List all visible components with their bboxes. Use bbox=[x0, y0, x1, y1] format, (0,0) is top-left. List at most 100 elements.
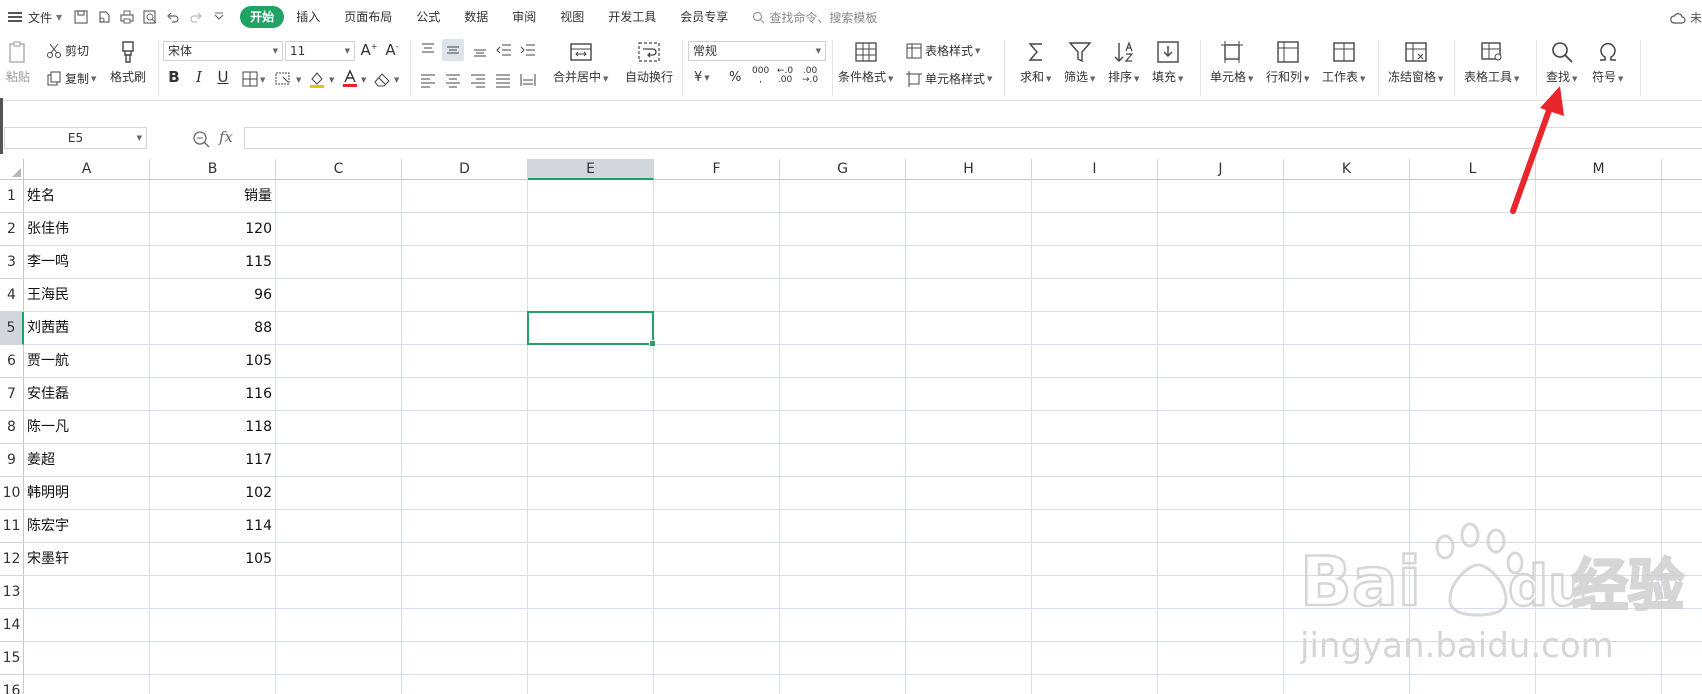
cell-j13[interactable] bbox=[1158, 576, 1284, 609]
cell-c10[interactable] bbox=[276, 477, 402, 510]
cell-h1[interactable] bbox=[906, 180, 1032, 213]
cell-m6[interactable] bbox=[1536, 345, 1662, 378]
cell-a5[interactable]: 刘茜茜 bbox=[24, 312, 150, 345]
cell-i2[interactable] bbox=[1032, 213, 1158, 246]
cell-i4[interactable] bbox=[1032, 279, 1158, 312]
increase-font-icon[interactable]: A+ bbox=[360, 41, 378, 59]
cell-h16[interactable] bbox=[906, 675, 1032, 694]
cell-i16[interactable] bbox=[1032, 675, 1158, 694]
file-menu-chevron-icon[interactable]: ▼ bbox=[56, 13, 62, 22]
cell-h7[interactable] bbox=[906, 378, 1032, 411]
font-name-select[interactable]: 宋体 ▼ bbox=[163, 41, 283, 61]
cell-n8[interactable] bbox=[1662, 411, 1702, 444]
cell-e1[interactable] bbox=[528, 180, 654, 213]
cell-e7[interactable] bbox=[528, 378, 654, 411]
cell-f13[interactable] bbox=[654, 576, 780, 609]
column-header-c[interactable]: C bbox=[276, 159, 402, 180]
cell-c4[interactable] bbox=[276, 279, 402, 312]
thousands-separator-button[interactable]: 000, bbox=[752, 67, 769, 85]
cell-button[interactable]: 单元格 ▼ bbox=[1210, 40, 1253, 86]
cell-b3[interactable]: 115 bbox=[150, 246, 276, 279]
cell-f1[interactable] bbox=[654, 180, 780, 213]
cell-c7[interactable] bbox=[276, 378, 402, 411]
cell-i3[interactable] bbox=[1032, 246, 1158, 279]
cell-e5[interactable] bbox=[528, 312, 654, 345]
cell-n1[interactable] bbox=[1662, 180, 1702, 213]
cell-c8[interactable] bbox=[276, 411, 402, 444]
cell-g1[interactable] bbox=[780, 180, 906, 213]
cell-d14[interactable] bbox=[402, 609, 528, 642]
cell-n10[interactable] bbox=[1662, 477, 1702, 510]
align-middle-button[interactable] bbox=[442, 39, 464, 61]
cell-k5[interactable] bbox=[1284, 312, 1410, 345]
cell-k15[interactable] bbox=[1284, 642, 1410, 675]
cell-g6[interactable] bbox=[780, 345, 906, 378]
cell-f5[interactable] bbox=[654, 312, 780, 345]
cell-h9[interactable] bbox=[906, 444, 1032, 477]
cell-k3[interactable] bbox=[1284, 246, 1410, 279]
cell-f6[interactable] bbox=[654, 345, 780, 378]
cell-c9[interactable] bbox=[276, 444, 402, 477]
cell-b11[interactable]: 114 bbox=[150, 510, 276, 543]
decrease-decimal-button[interactable]: .00 →.0 bbox=[802, 67, 818, 85]
cell-k7[interactable] bbox=[1284, 378, 1410, 411]
cell-a7[interactable]: 安佳磊 bbox=[24, 378, 150, 411]
cell-m12[interactable] bbox=[1536, 543, 1662, 576]
cell-n12[interactable] bbox=[1662, 543, 1702, 576]
spreadsheet-grid[interactable]: ABCDEFGHIJKLM 1 2 3 4 5 6 7 8 9 10 11 12 13 14 15 16 姓名… bbox=[0, 159, 1702, 694]
cell-a1[interactable]: 姓名 bbox=[24, 180, 150, 213]
cell-k9[interactable] bbox=[1284, 444, 1410, 477]
sum-button[interactable]: 求和 ▼ bbox=[1020, 40, 1051, 86]
percent-button[interactable]: % bbox=[729, 70, 741, 85]
merge-center-button[interactable]: 合并居中 ▼ bbox=[553, 40, 608, 86]
cell-h8[interactable] bbox=[906, 411, 1032, 444]
cell-h11[interactable] bbox=[906, 510, 1032, 543]
cell-l6[interactable] bbox=[1410, 345, 1536, 378]
cell-d4[interactable] bbox=[402, 279, 528, 312]
cell-l8[interactable] bbox=[1410, 411, 1536, 444]
column-header-j[interactable]: J bbox=[1158, 159, 1284, 180]
cell-g11[interactable] bbox=[780, 510, 906, 543]
cell-j1[interactable] bbox=[1158, 180, 1284, 213]
cell-j5[interactable] bbox=[1158, 312, 1284, 345]
decrease-indent-icon[interactable] bbox=[496, 42, 512, 58]
column-header-d[interactable]: D bbox=[402, 159, 528, 180]
cell-f12[interactable] bbox=[654, 543, 780, 576]
cell-m16[interactable] bbox=[1536, 675, 1662, 694]
name-box[interactable]: E5 ▼ bbox=[4, 127, 147, 149]
cell-g3[interactable] bbox=[780, 246, 906, 279]
cell-h3[interactable] bbox=[906, 246, 1032, 279]
cell-b10[interactable]: 102 bbox=[150, 477, 276, 510]
cell-d9[interactable] bbox=[402, 444, 528, 477]
cell-f3[interactable] bbox=[654, 246, 780, 279]
increase-indent-icon[interactable] bbox=[520, 42, 536, 58]
conditional-format-button[interactable]: 条件格式 ▼ bbox=[838, 40, 893, 86]
cell-n15[interactable] bbox=[1662, 642, 1702, 675]
cell-a15[interactable] bbox=[24, 642, 150, 675]
column-header-b[interactable]: B bbox=[150, 159, 276, 180]
cell-d16[interactable] bbox=[402, 675, 528, 694]
freeze-panes-button[interactable]: 冻结窗格 ▼ bbox=[1388, 40, 1443, 86]
cell-a13[interactable] bbox=[24, 576, 150, 609]
cell-m10[interactable] bbox=[1536, 477, 1662, 510]
cell-g7[interactable] bbox=[780, 378, 906, 411]
cell-e9[interactable] bbox=[528, 444, 654, 477]
cell-i12[interactable] bbox=[1032, 543, 1158, 576]
cell-d13[interactable] bbox=[402, 576, 528, 609]
row-header-12[interactable]: 12 bbox=[0, 543, 24, 576]
cell-e13[interactable] bbox=[528, 576, 654, 609]
justify-icon[interactable] bbox=[495, 72, 511, 88]
cell-h14[interactable] bbox=[906, 609, 1032, 642]
cell-n13[interactable] bbox=[1662, 576, 1702, 609]
cell-k16[interactable] bbox=[1284, 675, 1410, 694]
cell-i8[interactable] bbox=[1032, 411, 1158, 444]
paste-button[interactable]: 粘贴 bbox=[6, 40, 30, 84]
cell-g2[interactable] bbox=[780, 213, 906, 246]
cell-e4[interactable] bbox=[528, 279, 654, 312]
cell-c11[interactable] bbox=[276, 510, 402, 543]
cell-m9[interactable] bbox=[1536, 444, 1662, 477]
column-header-g[interactable]: G bbox=[780, 159, 906, 180]
cut-button[interactable]: 剪切 bbox=[46, 42, 89, 59]
formula-input[interactable] bbox=[244, 127, 1702, 149]
cell-g15[interactable] bbox=[780, 642, 906, 675]
